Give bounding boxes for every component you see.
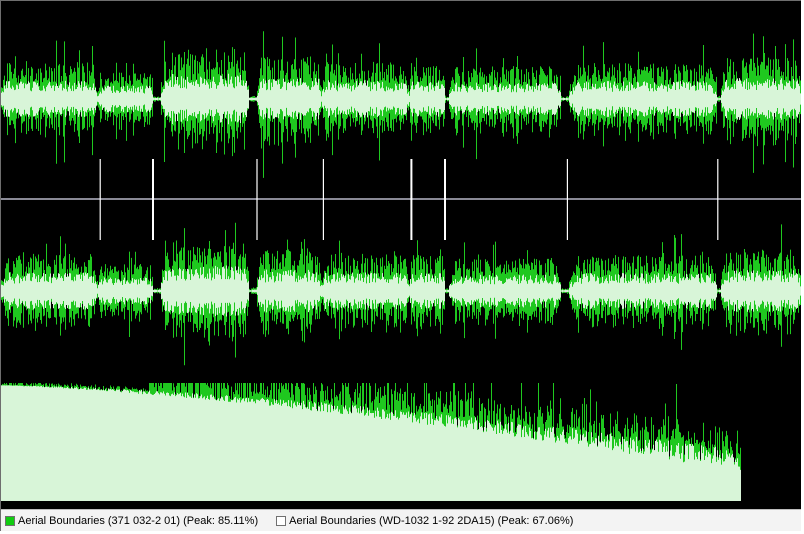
- waveform-compare-window: Aerial Boundaries (371 032-2 01) (Peak: …: [0, 0, 801, 531]
- legend-status-bar: Aerial Boundaries (371 032-2 01) (Peak: …: [1, 509, 801, 531]
- spectrum-panel[interactable]: [1, 383, 801, 501]
- waveform-canvas[interactable]: [1, 1, 801, 383]
- legend-label-track-a: Aerial Boundaries (371 032-2 01) (Peak: …: [18, 515, 259, 527]
- legend-item-track-a: Aerial Boundaries (371 032-2 01) (Peak: …: [5, 515, 258, 527]
- spectrum-bars: [1, 383, 741, 501]
- spectrum-canvas[interactable]: [1, 383, 801, 501]
- waveform-track-a: [1, 31, 801, 178]
- waveform-track-b: [1, 222, 801, 366]
- legend-item-track-b: Aerial Boundaries (WD-1032 1-92 2DA15) (…: [276, 515, 573, 527]
- legend-swatch-white: [276, 516, 287, 526]
- legend-label-track-b: Aerial Boundaries (WD-1032 1-92 2DA15) (…: [289, 515, 574, 527]
- legend-swatch-green: [5, 516, 15, 526]
- waveform-panel[interactable]: [1, 1, 801, 383]
